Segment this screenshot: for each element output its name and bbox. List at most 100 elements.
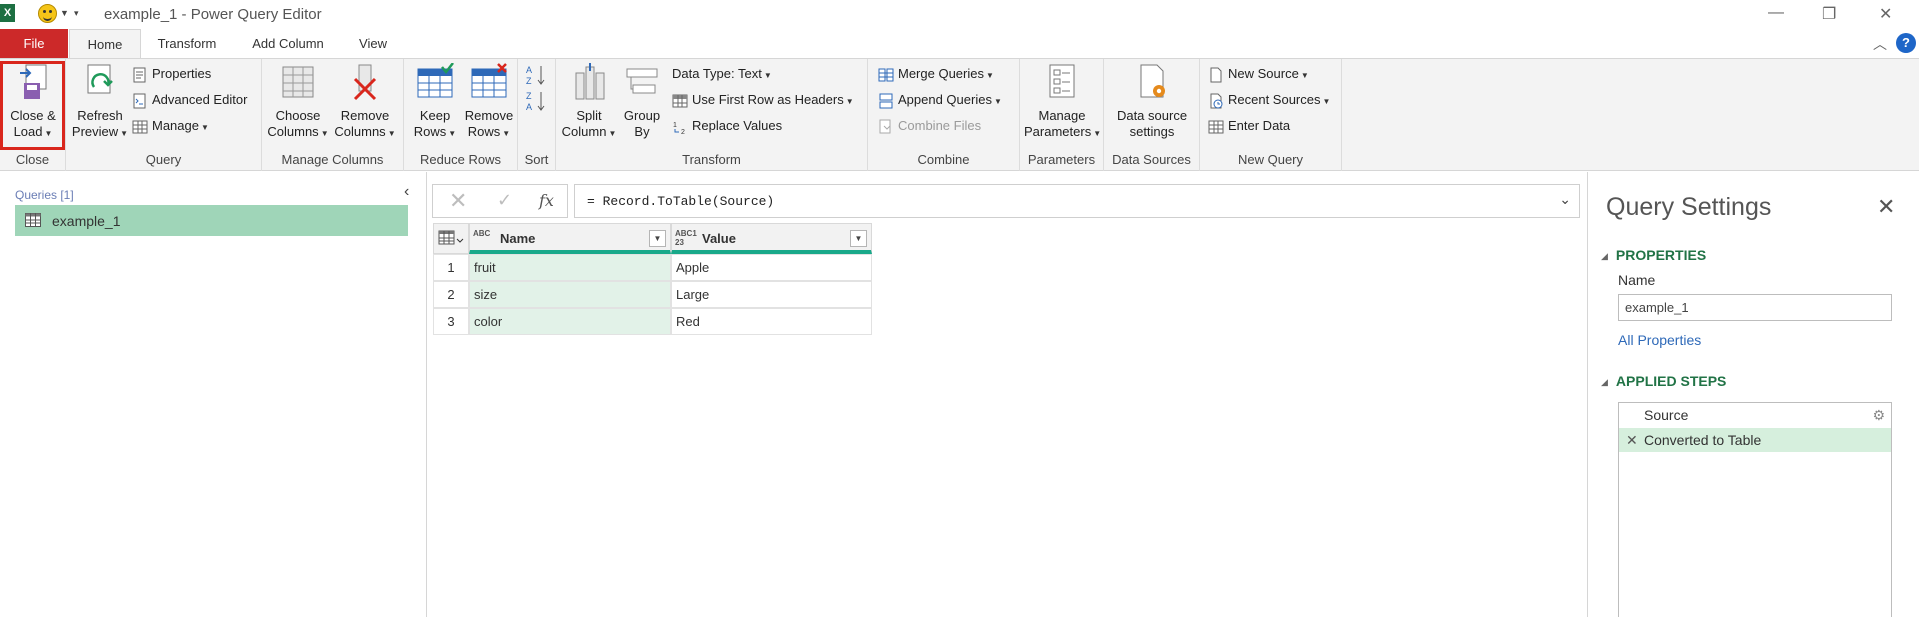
collapse-ribbon-icon[interactable]: ︿ <box>1873 34 1887 54</box>
text-type-icon[interactable]: ABC <box>473 229 490 238</box>
formula-text[interactable]: = Record.ToTable(Source) <box>587 194 774 209</box>
manage-button[interactable]: Manage ▼ <box>132 115 209 137</box>
choose-columns-button[interactable]: Choose Columns ▼ <box>266 63 330 142</box>
collapse-pane-icon[interactable]: ‹ <box>404 183 409 201</box>
delete-step-icon[interactable]: ✕ <box>1626 428 1638 452</box>
expand-formula-icon[interactable]: ⌄ <box>1559 191 1571 208</box>
group-close: Close & Load ▼ Close <box>0 59 66 171</box>
tab-home[interactable]: Home <box>69 29 141 58</box>
sort-descending-button[interactable]: ZA <box>525 89 547 113</box>
remove-columns-line1: Remove <box>340 108 390 123</box>
tab-file[interactable]: File <box>0 29 68 58</box>
use-first-row-headers-button[interactable]: Use First Row as Headers ▼ <box>672 89 854 111</box>
advanced-editor-label: Advanced Editor <box>152 92 248 107</box>
enter-data-button[interactable]: Enter Data <box>1208 115 1290 137</box>
properties-button[interactable]: Properties <box>132 63 211 85</box>
keep-rows-line1: Keep <box>419 108 451 123</box>
cancel-formula-icon[interactable]: ✕ <box>449 188 467 214</box>
split-column-button[interactable]: Split Column ▼ <box>560 63 618 142</box>
table-cell[interactable]: Red <box>671 308 872 335</box>
close-window-button[interactable]: ✕ <box>1879 4 1892 24</box>
group-reduce-rows: Keep Rows ▼ Remove Rows ▼ Reduce Rows <box>404 59 518 171</box>
smiley-feedback-icon[interactable] <box>38 4 57 23</box>
split-column-line1: Split <box>576 108 602 123</box>
append-queries-button[interactable]: Append Queries ▼ <box>878 89 1002 111</box>
group-label-data-sources: Data Sources <box>1112 152 1191 167</box>
collapse-triangle-icon[interactable]: ◢ <box>1601 377 1608 387</box>
applied-steps-section-title[interactable]: ◢ APPLIED STEPS <box>1601 373 1726 389</box>
new-source-icon <box>1210 67 1222 83</box>
merge-queries-button[interactable]: Merge Queries ▼ <box>878 63 994 85</box>
step-source[interactable]: Source ⚙ <box>1619 403 1891 427</box>
filter-dropdown-icon[interactable]: ▼ <box>649 230 666 247</box>
any-type-icon[interactable]: ABC123 <box>675 229 697 247</box>
group-by-line2: By <box>634 124 650 139</box>
data-source-settings-button[interactable]: Data source settings <box>1108 63 1196 140</box>
column-header-name[interactable]: ABC Name ▼ <box>469 223 671 254</box>
table-icon <box>25 213 41 227</box>
sort-ascending-button[interactable]: AZ <box>525 63 547 87</box>
column-header-value[interactable]: ABC123 Value ▼ <box>671 223 872 254</box>
svg-text:1: 1 <box>673 122 677 129</box>
collapse-triangle-icon[interactable]: ◢ <box>1601 251 1608 261</box>
recent-sources-button[interactable]: Recent Sources ▼ <box>1208 89 1330 111</box>
commit-formula-icon[interactable]: ✓ <box>497 190 512 211</box>
choose-columns-line2: Columns <box>267 124 319 139</box>
combine-files-icon <box>879 119 891 134</box>
group-label-new-query: New Query <box>1237 152 1304 167</box>
manage-parameters-button[interactable]: Manage Parameters ▼ <box>1024 63 1101 142</box>
close-icon[interactable]: ✕ <box>1877 194 1895 220</box>
ribbon-tabs: File Home Transform Add Column View ︿ ? <box>0 29 1919 58</box>
filter-dropdown-icon[interactable]: ▼ <box>850 230 867 247</box>
keep-rows-button[interactable]: Keep Rows ▼ <box>410 62 460 142</box>
remove-rows-button[interactable]: Remove Rows ▼ <box>462 63 516 142</box>
step-converted-to-table[interactable]: ✕ Converted to Table <box>1619 428 1891 452</box>
queries-header: Queries [1] <box>15 188 74 202</box>
query-name-input[interactable] <box>1618 294 1892 321</box>
minimize-button[interactable]: — <box>1768 4 1784 22</box>
remove-columns-button[interactable]: Remove Columns ▼ <box>332 63 398 142</box>
tab-transform[interactable]: Transform <box>143 29 231 58</box>
data-type-dropdown[interactable]: Data Type: Text ▼ <box>672 63 772 85</box>
tab-add-column[interactable]: Add Column <box>240 29 336 58</box>
replace-values-icon: 12 <box>673 122 685 135</box>
combine-files-label: Combine Files <box>898 118 982 133</box>
chevron-down-icon[interactable]: ▼ <box>60 8 69 18</box>
table-cell[interactable]: Apple <box>671 254 872 281</box>
split-column-line2: Column <box>561 124 607 139</box>
replace-values-button[interactable]: 1 2 Replace Values <box>672 115 782 137</box>
enter-data-icon <box>1208 120 1224 134</box>
customize-quick-access-icon[interactable]: ▾ <box>74 8 79 19</box>
combine-files-button[interactable]: Combine Files <box>878 115 981 137</box>
gear-icon[interactable]: ⚙ <box>1872 403 1885 427</box>
table-cell[interactable]: color <box>469 308 671 335</box>
group-label-close: Close <box>15 152 50 167</box>
group-by-button[interactable]: Group By <box>620 63 664 140</box>
remove-rows-line2: Rows <box>467 124 501 139</box>
table-cell[interactable]: fruit <box>469 254 671 281</box>
refresh-preview-button[interactable]: Refresh Preview ▼ <box>70 63 130 142</box>
merge-queries-icon <box>878 68 894 82</box>
row-number[interactable]: 1 <box>433 254 469 281</box>
svg-text:Z: Z <box>526 76 532 86</box>
properties-section-title[interactable]: ◢ PROPERTIES <box>1601 247 1706 263</box>
fx-icon[interactable]: fx <box>539 191 554 210</box>
advanced-editor-button[interactable]: Advanced Editor <box>132 89 247 111</box>
help-icon[interactable]: ? <box>1896 33 1916 53</box>
row-number[interactable]: 3 <box>433 308 469 335</box>
keep-rows-line2: Rows <box>413 124 447 139</box>
row-number[interactable]: 2 <box>433 281 469 308</box>
all-properties-link[interactable]: All Properties <box>1618 332 1701 348</box>
formula-bar[interactable]: = Record.ToTable(Source) ⌄ <box>574 184 1580 218</box>
data-source-settings-line1: Data source <box>1116 108 1188 123</box>
svg-text:A: A <box>526 102 532 112</box>
table-cell[interactable]: size <box>469 281 671 308</box>
table-menu-button[interactable] <box>433 223 469 254</box>
tab-view[interactable]: View <box>344 29 402 58</box>
query-item-example-1[interactable]: example_1 <box>15 205 408 236</box>
new-source-button[interactable]: New Source ▼ <box>1208 63 1309 85</box>
data-source-settings-line2: settings <box>1129 124 1175 139</box>
restore-button[interactable]: ❐ <box>1822 4 1836 24</box>
manage-parameters-line1: Manage <box>1038 108 1086 123</box>
table-cell[interactable]: Large <box>671 281 872 308</box>
